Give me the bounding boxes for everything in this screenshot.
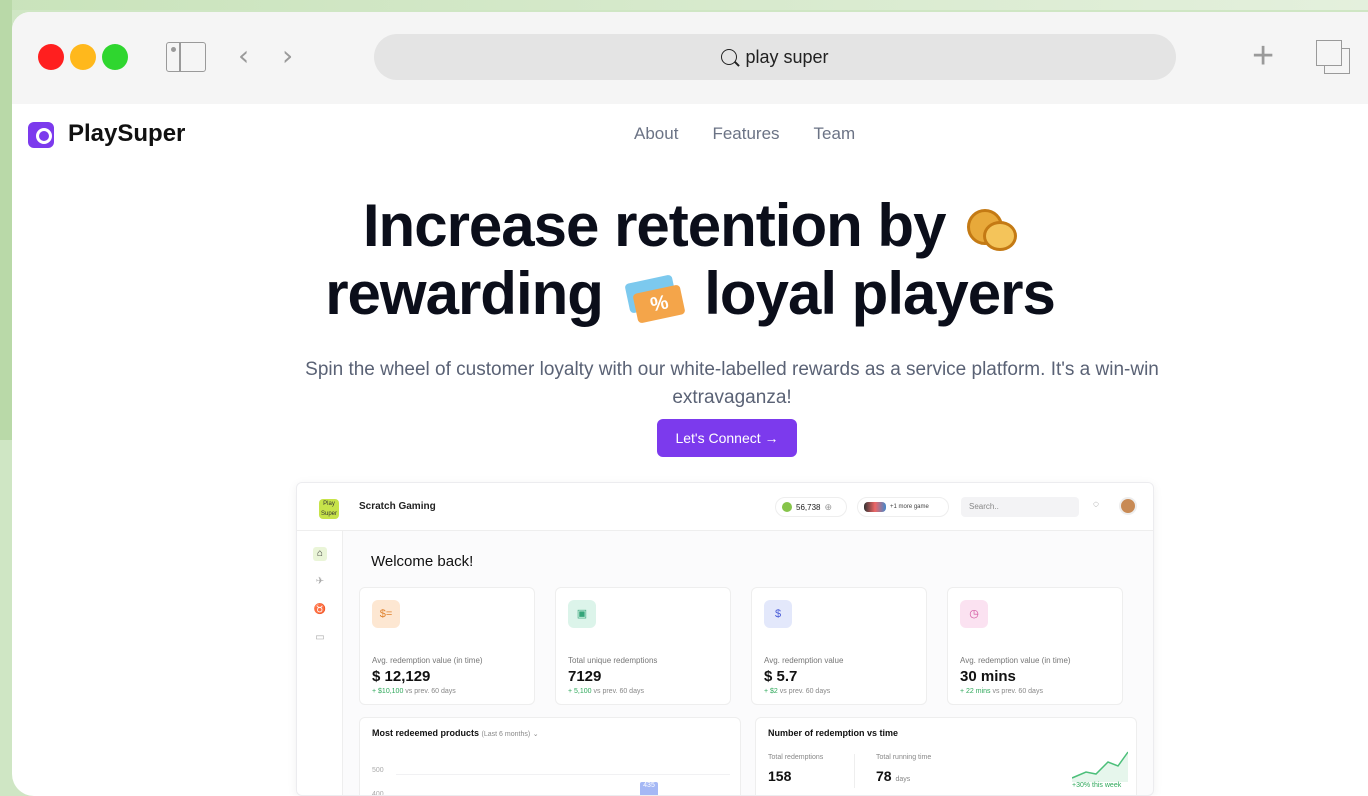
coins-value: 56,738 xyxy=(796,502,821,512)
coins-emoji-icon xyxy=(967,205,1018,255)
hero-title: Increase retention by rewarding % loyal … xyxy=(12,192,1368,328)
minimize-window-button[interactable] xyxy=(70,44,96,70)
running-time-value: 78 days xyxy=(876,768,911,784)
nav-features[interactable]: Features xyxy=(712,124,779,144)
dashboard-sidebar: ⌂ ✈ ♉ ▭ xyxy=(297,531,343,795)
stat-card-label: Avg. redemption value (in time) xyxy=(960,656,1071,665)
axis-label-500: 500 xyxy=(372,767,384,774)
stat-card-value: 7129 xyxy=(568,668,602,685)
sidebar-toggle-icon[interactable] xyxy=(166,42,206,72)
bell-icon: ◌ xyxy=(1093,499,1099,510)
browser-window: ‹ › play super + PlaySuper About Feature… xyxy=(12,12,1368,796)
dashboard-preview: Play Super Scratch Gaming 56,738 ⊕ +1 mo… xyxy=(296,482,1154,796)
playsuper-logo-icon[interactable] xyxy=(28,122,54,148)
stat-card-label: Avg. redemption value (in time) xyxy=(372,656,483,665)
redemption-title: Number of redemption vs time xyxy=(768,728,899,738)
trend-sparkline xyxy=(1072,751,1128,782)
nav-about[interactable]: About xyxy=(634,124,678,144)
workspace-name: Scratch Gaming xyxy=(359,501,436,512)
timer-icon: ◷ xyxy=(960,600,988,628)
range-label: (Last 6 months) xyxy=(481,731,531,738)
dollar-coin-icon: $ xyxy=(764,600,792,628)
dashboard-topbar: Play Super Scratch Gaming 56,738 ⊕ +1 mo… xyxy=(297,483,1153,531)
chevron-down-icon: ⌄ xyxy=(532,731,539,738)
rocket-icon: ✈ xyxy=(315,576,325,587)
gift-icon: ▣ xyxy=(568,600,596,628)
stat-card-label: Total unique redemptions xyxy=(568,656,658,665)
add-coins-icon: ⊕ xyxy=(824,501,833,512)
folder-icon: ▭ xyxy=(315,632,325,643)
close-window-button[interactable] xyxy=(38,44,64,70)
home-icon: ⌂ xyxy=(313,547,327,561)
search-icon xyxy=(721,49,738,65)
redemption-vs-time-panel: Number of redemption vs time Total redem… xyxy=(755,717,1137,795)
axis-label-400: 400 xyxy=(372,791,384,796)
stat-card: $ Avg. redemption value $ 5.7 + $2 vs prev.… xyxy=(751,587,927,705)
gridline xyxy=(396,774,730,775)
address-bar[interactable]: play super xyxy=(374,34,1176,80)
maximize-window-button[interactable] xyxy=(102,44,128,70)
new-tab-plus-icon[interactable]: + xyxy=(1252,36,1274,76)
coin-icon xyxy=(782,502,792,512)
stat-card-value: 30 mins xyxy=(960,668,1016,685)
stat-card-delta: + 22 mins vs prev. 60 days xyxy=(960,688,1043,695)
top-nav: About Features Team xyxy=(634,124,855,144)
games-switcher: +1 more game xyxy=(857,497,949,517)
product-bar: 435 xyxy=(640,782,658,795)
avatar xyxy=(1119,497,1137,515)
running-time-label: Total running time xyxy=(876,754,932,761)
cash-icon: $= xyxy=(372,600,400,628)
back-arrow-icon[interactable]: ‹ xyxy=(238,38,249,74)
hero-line-2b: loyal players xyxy=(704,260,1056,327)
stat-card-delta: + $2 vs prev. 60 days xyxy=(764,688,831,695)
most-redeemed-panel: Most redeemed products (Last 6 months) ⌄… xyxy=(359,717,741,796)
stat-card: ◷ Avg. redemption value (in time) 30 mins +… xyxy=(947,587,1123,705)
total-redemptions-value: 158 xyxy=(768,768,792,784)
stat-divider xyxy=(854,754,855,788)
ticket-emoji-icon: % xyxy=(623,274,686,324)
stat-card-value: $ 12,129 xyxy=(372,668,431,685)
stat-card: $= Avg. redemption value (in time) $ 12,12… xyxy=(359,587,535,705)
nav-team[interactable]: Team xyxy=(814,124,856,144)
most-redeemed-title: Most redeemed products (Last 6 months) ⌄ xyxy=(372,728,539,738)
stat-card: ▣ Total unique redemptions 7129 + 5,100 vs … xyxy=(555,587,731,705)
badge-icon: ♉ xyxy=(313,604,327,615)
dashboard-logo: Play Super xyxy=(319,499,339,519)
brand-name[interactable]: PlaySuper xyxy=(68,120,185,148)
dashboard-search: Search.. xyxy=(961,497,1079,517)
bar-value-label: 435 xyxy=(643,782,655,789)
stat-card-label: Avg. redemption value xyxy=(764,656,844,665)
browser-chrome: ‹ › play super + xyxy=(12,12,1368,104)
backdrop-left xyxy=(0,0,12,440)
week-delta: +30% this week xyxy=(1072,782,1122,789)
hero-line-1: Increase retention by xyxy=(362,192,947,259)
address-text: play super xyxy=(745,46,829,67)
coins-balance: 56,738 ⊕ xyxy=(775,497,847,517)
more-games-label: +1 more game xyxy=(890,504,929,510)
hero-subtitle: Spin the wheel of customer loyalty with … xyxy=(305,359,1159,408)
forward-arrow-icon[interactable]: › xyxy=(282,38,293,74)
total-redemptions-label: Total redemptions xyxy=(768,754,824,761)
stat-card-delta: + $10,100 vs prev. 60 days xyxy=(372,688,456,695)
lets-connect-button[interactable]: Let's Connect → xyxy=(657,419,797,457)
hero-line-2a: rewarding xyxy=(325,260,604,327)
backdrop-top xyxy=(0,0,1368,10)
game-avatars-icon xyxy=(864,502,886,512)
welcome-heading: Welcome back! xyxy=(371,553,474,570)
tab-overview-icon[interactable] xyxy=(1316,40,1350,74)
stat-card-delta: + 5,100 vs prev. 60 days xyxy=(568,688,644,695)
most-redeemed-label: Most redeemed products xyxy=(372,728,480,738)
stat-card-value: $ 5.7 xyxy=(764,668,798,685)
